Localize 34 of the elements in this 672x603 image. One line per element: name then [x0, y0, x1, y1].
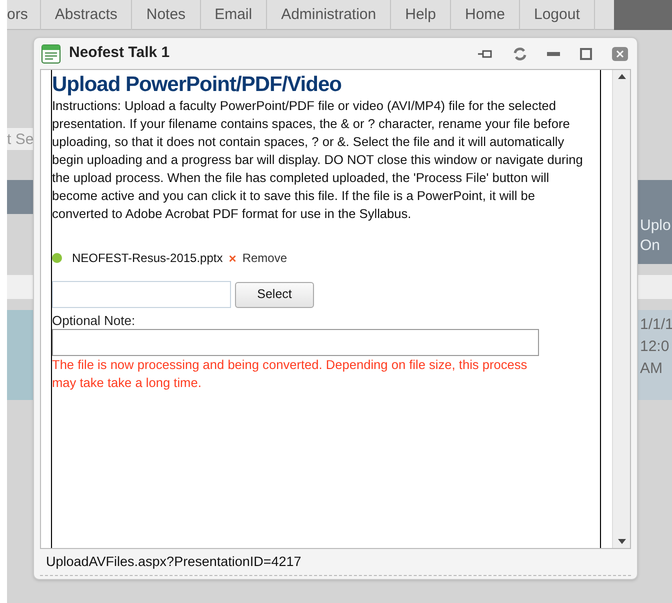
instructions-text: Instructions: Upload a faculty PowerPoint/PDF file or video (AVI/MP4) file for the selected presentation. If your filename contains spaces, the & or ? character, rename your file before uploading, so that it does not contain spaces, ? or &. Select the file and it will automatically begin uploading and a progress bar will display. DO NOT close this window or navigate during the upload process. When the file has completed uploaded, the 'Process File' button will become active and you can click it to save this file. If the file is a PowerPoint, it will be converted to Adobe Acrobat PDF format for use in the Syllabus. [52, 97, 584, 223]
menu-item[interactable]: Email [200, 0, 268, 30]
column-header-text: On [640, 236, 662, 256]
close-icon[interactable] [612, 46, 628, 60]
table-cell-text: 12:0 [640, 337, 670, 357]
file-name: NEOFEST-Resus-2015.pptx [72, 250, 223, 267]
menu-bar-end [614, 0, 672, 30]
menu-item[interactable]: Help [391, 0, 451, 30]
menu-item[interactable]: Logout [520, 0, 595, 30]
status-bar-text: UploadAVFiles.aspx?PresentationID=4217 [46, 552, 302, 571]
note-field[interactable] [52, 329, 539, 356]
maximize-icon[interactable] [580, 48, 592, 60]
menu-item[interactable]: Administration [267, 0, 392, 30]
refresh-icon[interactable] [513, 46, 527, 60]
table-cell-text: AM [640, 359, 664, 379]
remove-link[interactable]: Remove [242, 249, 288, 267]
menu-item[interactable]: Home [450, 0, 520, 30]
file-path-field[interactable] [52, 281, 231, 308]
select-button[interactable]: Select [235, 282, 314, 308]
pin-icon[interactable] [477, 48, 493, 58]
column-header-text: Uplo [640, 216, 672, 236]
window-title: Neofest Talk 1 [69, 43, 170, 64]
status-message: The file is now processing and being converted. Depending on file size, this process may take take a long time. [52, 356, 528, 392]
minimize-icon[interactable] [547, 52, 560, 56]
window-icon [41, 44, 61, 64]
field-label: Optional Note: [52, 313, 136, 329]
scrollbar[interactable] [612, 70, 630, 548]
menu-item[interactable]: Notes [132, 0, 201, 30]
field-text: t Se [7, 131, 34, 148]
scroll-down-icon[interactable] [618, 539, 626, 544]
scroll-up-icon[interactable] [618, 74, 626, 79]
menu-item[interactable]: Abstracts [40, 0, 132, 30]
menu-item[interactable]: ors [7, 0, 41, 30]
page-heading: Upload PowerPoint/PDF/Video [52, 73, 342, 97]
